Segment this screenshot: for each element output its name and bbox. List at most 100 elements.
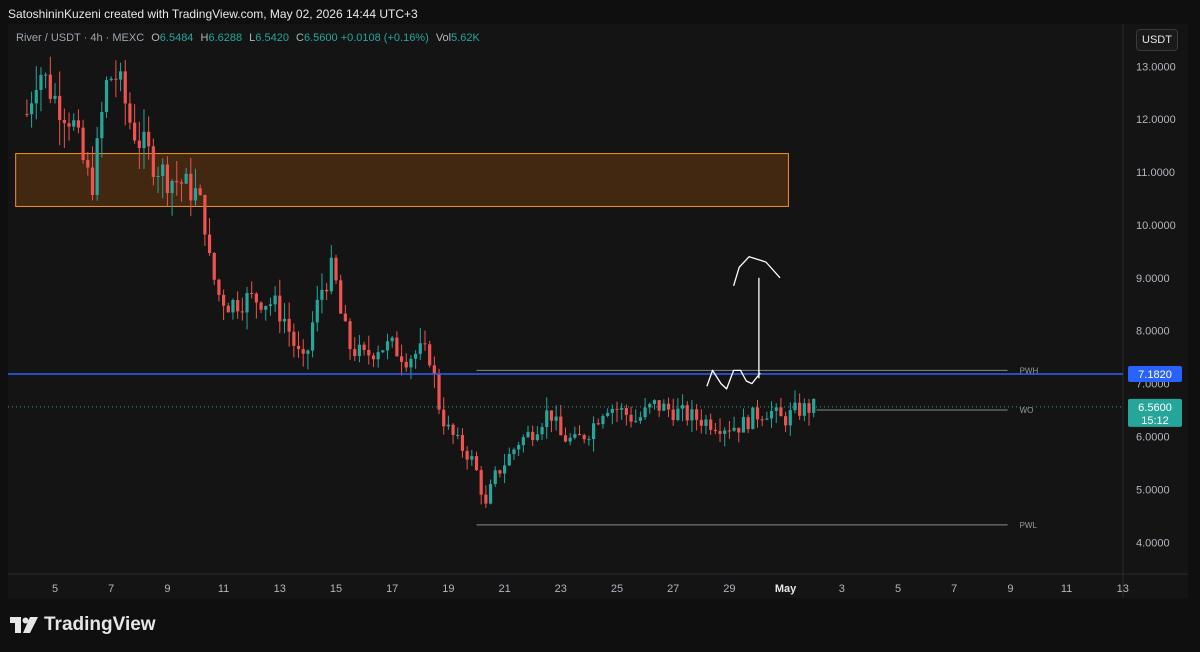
candle-body (175, 180, 179, 183)
candle-body (357, 344, 362, 357)
x-tick-label: 13 (1117, 583, 1129, 595)
drawing-curve (732, 256, 781, 286)
candle-body (765, 418, 769, 420)
candle-body (123, 71, 127, 104)
y-tick-label: 11.0000 (1136, 167, 1175, 179)
candle-body (446, 424, 450, 427)
candle-body (100, 112, 104, 139)
candle-body (165, 164, 169, 193)
y-tick-label: 10.0000 (1136, 220, 1176, 232)
candle-body (109, 78, 113, 81)
candle-body (184, 173, 188, 184)
candle-body (755, 407, 760, 420)
candle-body (465, 450, 469, 460)
candle-body (390, 337, 394, 342)
candle-body (207, 234, 212, 254)
candle-body (231, 300, 235, 313)
candle-body (437, 373, 441, 410)
candle-body (114, 78, 118, 80)
candle-body (118, 71, 123, 80)
candle-body (474, 456, 479, 471)
candle-body (104, 80, 109, 113)
brand: TradingView (10, 614, 156, 636)
symbol-name[interactable]: River / USDT · 4h · MEXC (16, 32, 144, 44)
candle-body (217, 279, 221, 295)
currency-button[interactable]: USDT (1136, 29, 1178, 51)
candle-body (34, 89, 38, 104)
candle-body (624, 407, 628, 415)
candle-body (554, 416, 558, 421)
candle-body (273, 295, 277, 305)
candle-body (212, 253, 216, 280)
candle-body (512, 449, 516, 455)
candle-body (545, 410, 549, 428)
candle-body (606, 412, 610, 416)
candle-body (198, 188, 202, 196)
candle-body (517, 445, 521, 450)
candle-body (479, 470, 483, 495)
candle-body (456, 434, 460, 436)
candle-body (179, 182, 184, 184)
candle-body (442, 409, 446, 427)
high-value: 6.6288 (208, 32, 243, 44)
x-tick-label: 5 (52, 583, 58, 595)
candle-body (39, 74, 43, 90)
candle-body (329, 257, 333, 292)
candle-body (526, 431, 530, 438)
candle-body (563, 435, 568, 442)
candle-body (399, 356, 404, 362)
candle-body (236, 300, 240, 312)
candle-body (376, 352, 380, 360)
candle-body (779, 407, 783, 417)
x-tick-label: 29 (723, 583, 735, 595)
y-tick-label: 4.0000 (1136, 537, 1170, 549)
y-tick-label: 5.0000 (1136, 484, 1170, 496)
candle-body (226, 305, 230, 313)
candle-body (90, 167, 95, 195)
candle-body (737, 427, 741, 433)
candle-body (685, 405, 689, 421)
x-tick-label: 21 (498, 583, 510, 595)
candle-body (381, 350, 385, 353)
candle-body (371, 355, 376, 360)
candle-body (240, 311, 244, 313)
x-tick-label: 5 (895, 583, 901, 595)
candle-body (601, 415, 605, 425)
candle-body (423, 343, 427, 345)
candle-body (498, 470, 502, 474)
x-tick-label: 9 (1007, 583, 1013, 595)
candle-body (189, 173, 193, 201)
candle-body (133, 122, 137, 141)
candle-body (535, 434, 539, 441)
chart-frame[interactable]: 13.0000 12.0000 11.0000 10.0000 9.0000 8.0000… (8, 24, 1188, 598)
chart-credit: SatoshininKuzeni created with TradingVie… (8, 7, 418, 21)
candle-body (320, 289, 324, 300)
candle-body (72, 120, 76, 127)
candle-body (591, 423, 596, 440)
x-tick-label: 23 (555, 583, 567, 595)
candle-body (488, 484, 493, 504)
candle-body (282, 318, 287, 322)
open-value: 6.5484 (159, 32, 194, 44)
y-tick-label: 8.0000 (1136, 326, 1170, 338)
x-tick-label: 11 (218, 583, 229, 595)
candle-body (353, 349, 357, 357)
candle-body (587, 439, 591, 441)
level-label-wo: WO (1020, 406, 1034, 415)
candle-body (414, 353, 418, 359)
candle-body (161, 164, 165, 176)
candle-body (432, 365, 436, 374)
candle-body (709, 419, 713, 430)
candle-body (507, 454, 511, 466)
candle-body (428, 344, 432, 366)
price-chart[interactable]: 13.0000 12.0000 11.0000 10.0000 9.0000 8.0000… (8, 24, 1188, 598)
candle-body (634, 420, 638, 422)
candle-body (760, 419, 764, 421)
close-value: 6.5600 (303, 32, 338, 44)
candle-body (615, 408, 619, 410)
x-tick-label: 3 (839, 583, 845, 595)
x-tick-label: 17 (386, 583, 398, 595)
candle-body (259, 302, 263, 310)
candle-body (680, 405, 685, 409)
candle-body (62, 119, 66, 124)
